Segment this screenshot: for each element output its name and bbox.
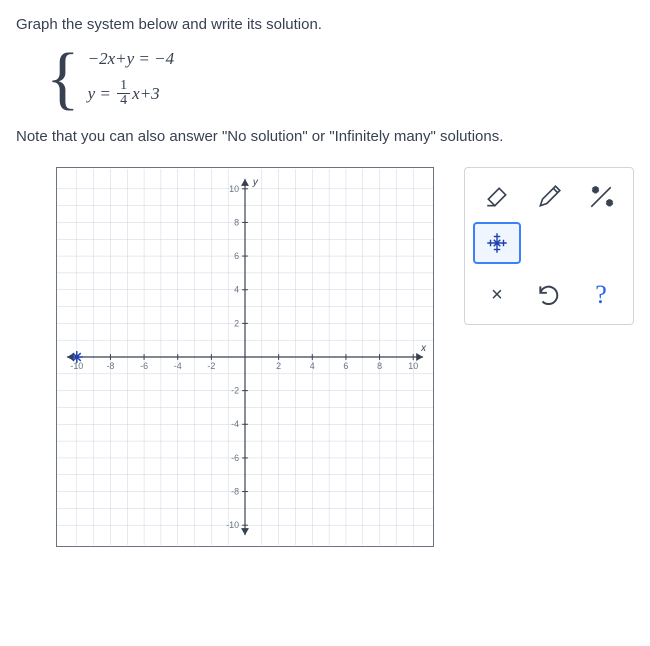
undo-icon bbox=[536, 282, 562, 308]
svg-text:6: 6 bbox=[234, 251, 239, 261]
note-text: Note that you can also answer "No soluti… bbox=[16, 128, 634, 145]
svg-text:2: 2 bbox=[276, 361, 281, 371]
svg-text:8: 8 bbox=[234, 217, 239, 227]
svg-text:-4: -4 bbox=[231, 419, 239, 429]
svg-text:-6: -6 bbox=[140, 361, 148, 371]
y-axis-label: y bbox=[252, 177, 259, 188]
svg-text:✱: ✱ bbox=[606, 199, 613, 208]
pencil-tool[interactable] bbox=[525, 176, 573, 218]
undo-button[interactable] bbox=[525, 274, 573, 316]
eraser-tool[interactable] bbox=[473, 176, 521, 218]
equation-system: { −2x+y = −4 y = 1 4 x+3 bbox=[46, 49, 634, 108]
instruction-text: Graph the system below and write its sol… bbox=[16, 16, 634, 33]
svg-text:2: 2 bbox=[234, 318, 239, 328]
svg-text:6: 6 bbox=[343, 361, 348, 371]
svg-text:10: 10 bbox=[229, 184, 239, 194]
x-axis-label: x bbox=[420, 343, 427, 354]
svg-text:8: 8 bbox=[377, 361, 382, 371]
svg-text:-4: -4 bbox=[174, 361, 182, 371]
svg-text:✱: ✱ bbox=[592, 186, 599, 195]
toolbox: ✱✱ × ? bbox=[464, 167, 634, 325]
line-tool[interactable]: ✱✱ bbox=[577, 176, 625, 218]
close-icon: × bbox=[491, 284, 503, 307]
svg-text:4: 4 bbox=[310, 361, 315, 371]
system-brace: { bbox=[46, 51, 80, 107]
svg-text:4: 4 bbox=[234, 285, 239, 295]
point-tool[interactable] bbox=[473, 222, 521, 264]
graph-canvas[interactable]: y x 2 4 6 8 10 -2 -4 -6 -8 -10 bbox=[56, 167, 434, 547]
help-button[interactable]: ? bbox=[577, 274, 625, 316]
svg-text:-8: -8 bbox=[106, 361, 114, 371]
svg-text:-10: -10 bbox=[226, 520, 239, 530]
svg-text:-6: -6 bbox=[231, 453, 239, 463]
close-button[interactable]: × bbox=[473, 274, 521, 316]
svg-text:-8: -8 bbox=[231, 487, 239, 497]
svg-text:-2: -2 bbox=[207, 361, 215, 371]
svg-text:10: 10 bbox=[408, 361, 418, 371]
equation-2: y = 1 4 x+3 bbox=[88, 79, 175, 108]
equation-1: −2x+y = −4 bbox=[88, 49, 175, 69]
svg-text:-2: -2 bbox=[231, 386, 239, 396]
help-icon: ? bbox=[595, 280, 607, 310]
